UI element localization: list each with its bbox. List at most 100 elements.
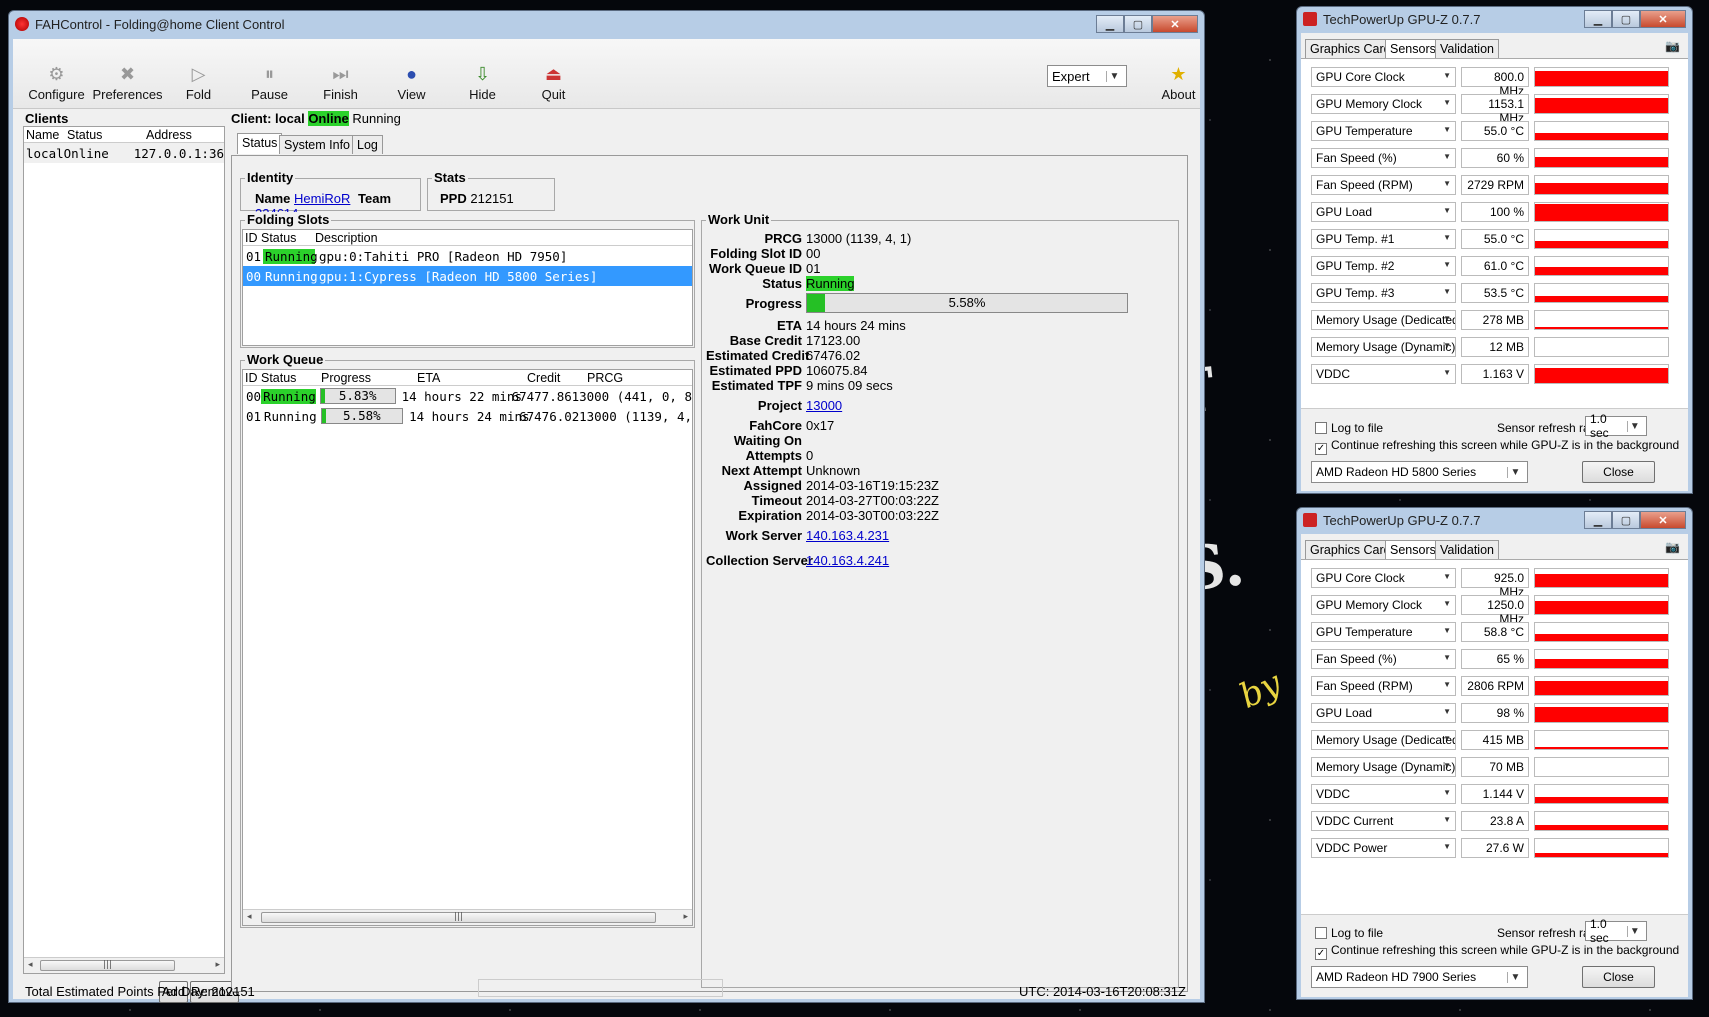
device-select[interactable]: AMD Radeon HD 7900 Series ▼ <box>1311 966 1528 988</box>
sensor-name-select[interactable]: Fan Speed (%) <box>1311 649 1456 669</box>
close-button[interactable]: ✕ <box>1640 511 1686 529</box>
sensor-name-select[interactable]: GPU Temp. #3 <box>1311 283 1456 303</box>
camera-icon[interactable]: 📷 <box>1665 39 1680 53</box>
tab-log[interactable]: Log <box>352 135 383 154</box>
sensor-graph <box>1534 595 1669 615</box>
fah-titlebar[interactable]: FAHControl - Folding@home Client Control… <box>9 11 1204 37</box>
minimize-button[interactable]: ▁ <box>1096 15 1124 33</box>
hide-button[interactable]: ⇩ Hide <box>447 61 518 102</box>
configure-button[interactable]: ⚙ Configure <box>21 61 92 102</box>
sensor-graph-fill <box>1535 680 1668 695</box>
tab-system-info[interactable]: System Info <box>279 135 355 154</box>
identity-group: Identity Name HemiRoR Team 224614 <box>240 170 421 221</box>
sensor-graph-fill <box>1535 183 1668 194</box>
minimize-button[interactable]: ▁ <box>1584 10 1612 28</box>
refresh-rate-select[interactable]: 1.0 sec ▼ <box>1585 917 1647 945</box>
minimize-button[interactable]: ▁ <box>1584 511 1612 529</box>
close-button[interactable]: ✕ <box>1640 10 1686 28</box>
view-button[interactable]: ● View <box>376 61 447 102</box>
gpuz1-titlebar[interactable]: TechPowerUp GPU-Z 0.7.7 ▁ ▢ ✕ <box>1297 7 1692 31</box>
sensor-name-select[interactable]: Fan Speed (%) <box>1311 148 1456 168</box>
sensor-row: GPU Temp. #155.0 °C <box>1311 229 1671 251</box>
camera-icon[interactable]: 📷 <box>1665 540 1680 554</box>
gpuz2-client: Graphics Card Sensors Validation 📷 GPU C… <box>1301 534 1688 997</box>
sensor-name-select[interactable]: VDDC <box>1311 784 1456 804</box>
status-badge: Running <box>261 388 316 404</box>
gpuz1-close-button[interactable]: Close <box>1582 461 1655 483</box>
quit-icon: ⏏ <box>544 64 562 84</box>
tab-validation[interactable]: Validation <box>1435 540 1499 559</box>
preferences-icon: ✖ <box>119 64 136 84</box>
donor-name-link[interactable]: HemiRoR <box>294 191 350 206</box>
maximize-button[interactable]: ▢ <box>1612 10 1640 28</box>
slot-row-selected[interactable]: 00 Running gpu:1:Cypress [Radeon HD 5800… <box>243 266 692 286</box>
sensor-value: 925.0 MHz <box>1461 568 1529 599</box>
about-button[interactable]: ★ About <box>1143 61 1214 102</box>
sensor-graph <box>1534 676 1669 696</box>
sensor-name-select[interactable]: VDDC Current <box>1311 811 1456 831</box>
log-to-file-checkbox[interactable]: Log to file <box>1315 926 1383 940</box>
clients-list[interactable]: Name Status Address local Online 127.0.0… <box>23 126 225 974</box>
sensor-value: 53.5 °C <box>1461 283 1529 303</box>
tab-status[interactable]: Status <box>237 133 283 154</box>
sensor-name-select[interactable]: GPU Temp. #2 <box>1311 256 1456 276</box>
close-button[interactable]: ✕ <box>1152 15 1198 33</box>
sensor-list: GPU Core Clock800.0 MHzGPU Memory Clock1… <box>1301 58 1688 409</box>
sensor-name-select[interactable]: GPU Temperature <box>1311 622 1456 642</box>
device-select[interactable]: AMD Radeon HD 5800 Series ▼ <box>1311 461 1528 483</box>
sensor-name-select[interactable]: Memory Usage (Dedicated) <box>1311 310 1456 330</box>
work-server-link[interactable]: 140.163.4.231 <box>806 528 889 543</box>
work-queue-table[interactable]: ID Status Progress ETA Credit PRCG 00 Ru… <box>242 369 693 926</box>
project-link[interactable]: 13000 <box>806 398 842 413</box>
sensor-name-select[interactable]: GPU Memory Clock <box>1311 595 1456 615</box>
sensor-name-select[interactable]: Fan Speed (RPM) <box>1311 676 1456 696</box>
client-row[interactable]: local Online 127.0.0.1:36 <box>24 143 224 163</box>
preferences-button[interactable]: ✖ Preferences <box>92 61 163 102</box>
continue-refresh-checkbox[interactable]: ✓ Continue refreshing this screen while G… <box>1315 438 1679 455</box>
quit-button[interactable]: ⏏ Quit <box>518 61 589 102</box>
sensor-name-select[interactable]: GPU Core Clock <box>1311 568 1456 588</box>
gpuz-window-1: TechPowerUp GPU-Z 0.7.7 ▁ ▢ ✕ Graphics C… <box>1296 6 1693 494</box>
hide-arrow-icon: ⇩ <box>474 64 491 84</box>
log-to-file-checkbox[interactable]: Log to file <box>1315 421 1383 435</box>
sensor-name-select[interactable]: VDDC <box>1311 364 1456 384</box>
sensor-name-select[interactable]: Memory Usage (Dedicated) <box>1311 730 1456 750</box>
sensor-name-select[interactable]: VDDC Power <box>1311 838 1456 858</box>
collection-server-link[interactable]: 140.163.4.241 <box>806 553 889 568</box>
sensor-name-select[interactable]: GPU Core Clock <box>1311 67 1456 87</box>
tab-sensors[interactable]: Sensors <box>1385 540 1441 561</box>
sensor-name-select[interactable]: Memory Usage (Dynamic) <box>1311 757 1456 777</box>
sensor-name-select[interactable]: Memory Usage (Dynamic) <box>1311 337 1456 357</box>
refresh-rate-select[interactable]: 1.0 sec ▼ <box>1585 412 1647 440</box>
tab-graphics-card[interactable]: Graphics Card <box>1305 39 1396 58</box>
sensor-value: 2806 RPM <box>1461 676 1529 696</box>
queue-row[interactable]: 00 Running 5.83% 14 hours 22 mins 67477.… <box>243 386 692 406</box>
sensor-name-select[interactable]: GPU Temp. #1 <box>1311 229 1456 249</box>
sensor-name-select[interactable]: GPU Memory Clock <box>1311 94 1456 114</box>
tab-sensors[interactable]: Sensors <box>1385 39 1441 60</box>
queue-row[interactable]: 01 Running 5.58% 14 hours 24 mins 67476.… <box>243 406 692 426</box>
sensor-name-select[interactable]: GPU Temperature <box>1311 121 1456 141</box>
sensor-name-select[interactable]: Fan Speed (RPM) <box>1311 175 1456 195</box>
clients-header: Name Status Address <box>24 127 224 143</box>
pause-button[interactable]: ⏸ Pause <box>234 61 305 102</box>
clients-hscrollbar[interactable]: ◂ ||| ▸ <box>24 957 224 973</box>
sensor-value: 415 MB <box>1461 730 1529 750</box>
maximize-button[interactable]: ▢ <box>1124 15 1152 33</box>
sensor-name-select[interactable]: GPU Load <box>1311 703 1456 723</box>
fold-button[interactable]: ▷ Fold <box>163 61 234 102</box>
finish-button[interactable]: ⏭ Finish <box>305 61 376 102</box>
continue-refresh-checkbox[interactable]: ✓ Continue refreshing this screen while G… <box>1315 943 1679 960</box>
queue-hscrollbar[interactable]: ◂ ||| ▸ <box>243 909 692 925</box>
slots-table[interactable]: ID Status Description 01 Running gpu:0:T… <box>242 229 693 346</box>
sensor-row: GPU Load100 % <box>1311 202 1671 224</box>
sensor-name-select[interactable]: GPU Load <box>1311 202 1456 222</box>
slot-row[interactable]: 01 Running gpu:0:Tahiti PRO [Radeon HD 7… <box>243 246 692 266</box>
mode-select[interactable]: Expert ▼ <box>1047 65 1127 87</box>
gpuz2-titlebar[interactable]: TechPowerUp GPU-Z 0.7.7 ▁ ▢ ✕ <box>1297 508 1692 532</box>
sensor-graph <box>1534 94 1669 114</box>
gpuz2-close-button[interactable]: Close <box>1582 966 1655 988</box>
maximize-button[interactable]: ▢ <box>1612 511 1640 529</box>
tab-graphics-card[interactable]: Graphics Card <box>1305 540 1396 559</box>
tab-validation[interactable]: Validation <box>1435 39 1499 58</box>
